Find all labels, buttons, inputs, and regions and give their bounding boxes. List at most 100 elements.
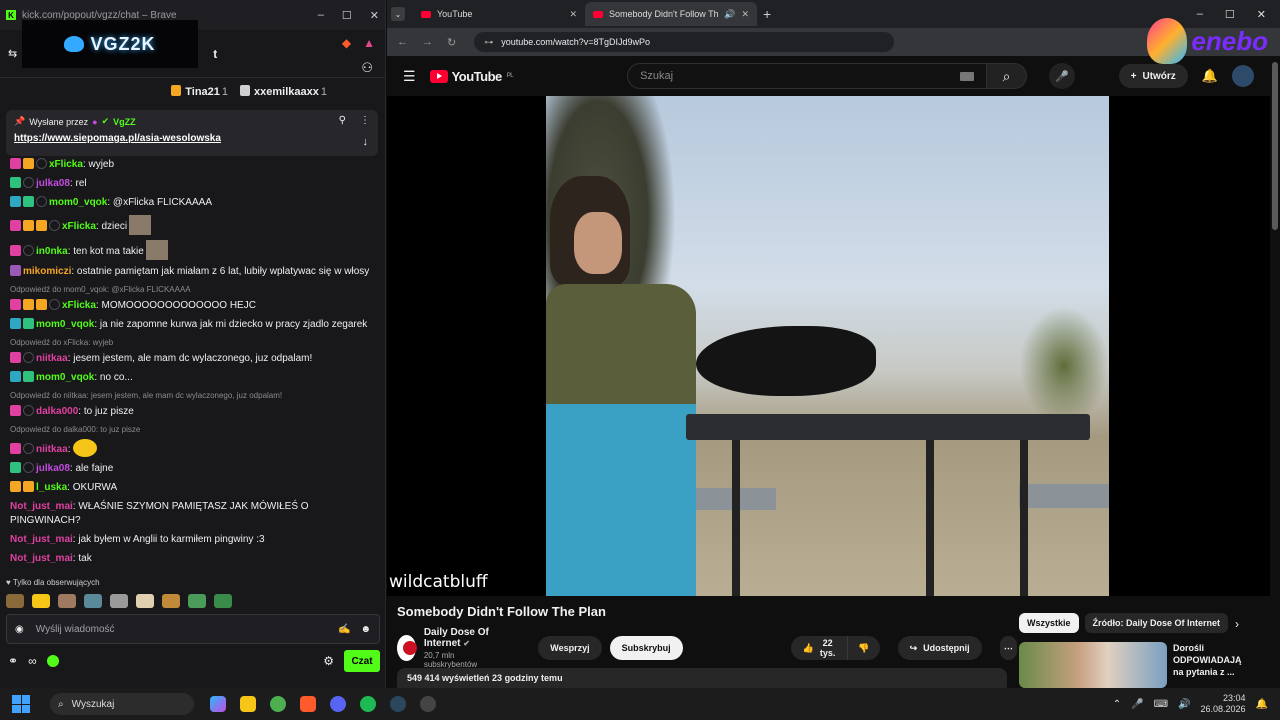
subscribe-button[interactable]: Subskrybuj — [609, 636, 683, 660]
chat-input-box[interactable]: ◉ ✍ ☻ — [6, 614, 380, 644]
volume-icon[interactable]: 🔊 — [1178, 699, 1190, 710]
more-actions-button[interactable]: ⋯ — [999, 636, 1017, 660]
tab-youtube[interactable]: YouTube ✕ — [413, 2, 585, 26]
chat-username[interactable]: Not_just_mai — [10, 534, 73, 545]
chat-username[interactable]: mom0_vqok — [36, 372, 94, 383]
spotify-icon[interactable] — [360, 696, 376, 712]
emote-icon[interactable] — [32, 594, 50, 608]
tray-chevron-icon[interactable]: ⌃ — [1113, 699, 1121, 710]
reply-context[interactable]: Odpowiedź do mom0_vqok: @xFlicka FLICKAA… — [10, 285, 376, 295]
tab-list-chevron-icon[interactable]: ⌄ — [391, 7, 405, 21]
menu-icon[interactable]: ☰ — [403, 68, 416, 85]
emote-icon[interactable] — [58, 594, 76, 608]
reply-context[interactable]: Odpowiedź do dalka000: to juz pisze — [10, 425, 376, 435]
translate-icon[interactable]: ✍ — [338, 624, 350, 635]
kick-points-icon[interactable] — [46, 655, 59, 667]
emote-icon[interactable] — [110, 594, 128, 608]
recommended-title[interactable]: Dorośli ODPOWIADAJĄ na pytania z ... — [1173, 642, 1253, 688]
chip-source[interactable]: Źródło: Daily Dose Of Internet — [1084, 613, 1229, 633]
emote-icon[interactable] — [188, 594, 206, 608]
site-info-icon[interactable]: ⊶ — [484, 37, 493, 48]
chat-username[interactable]: niitkaa — [36, 444, 68, 455]
discord-icon[interactable] — [330, 696, 346, 712]
video-frame[interactable] — [546, 96, 1109, 596]
recommended-video[interactable]: Dorośli ODPOWIADAJĄ na pytania z ... — [1019, 642, 1253, 688]
emote-icon[interactable] — [6, 594, 24, 608]
topper-1[interactable]: Tina21 1 — [171, 84, 228, 98]
channel-avatar[interactable] — [397, 635, 417, 661]
back-arrows-icon[interactable]: ⇆ — [8, 47, 17, 60]
dislike-button[interactable]: 👎 — [847, 636, 880, 660]
video-player[interactable]: wildcatbluff — [387, 96, 1270, 596]
chat-username[interactable]: in0nka — [36, 246, 68, 257]
chat-username[interactable]: l_uska — [36, 482, 67, 493]
chat-username[interactable]: Not_just_mai — [10, 501, 73, 512]
search-button[interactable]: ⌕ — [987, 63, 1028, 89]
back-icon[interactable]: ← — [397, 36, 408, 48]
recommended-thumbnail[interactable] — [1019, 642, 1167, 688]
chat-username[interactable]: julka08 — [36, 178, 70, 189]
youtube-logo[interactable]: YouTube PL — [429, 69, 514, 84]
like-button[interactable]: 👍 22 tys. — [790, 636, 848, 660]
chat-username[interactable]: mom0_vqok — [49, 197, 107, 208]
chrome-icon[interactable] — [270, 696, 286, 712]
speaker-icon[interactable]: 🔊 — [724, 9, 735, 20]
users-list-icon[interactable]: ⚇ — [361, 60, 373, 76]
chat-gear-icon[interactable]: ⚙ — [323, 654, 334, 668]
more-options-icon[interactable]: ⋮ — [360, 115, 370, 126]
reply-context[interactable]: Odpowiedź do xFlicka: wyjeb — [10, 338, 376, 348]
topper-2[interactable]: xxemilkaaxx 1 — [240, 84, 327, 98]
minimize-button[interactable]: – — [318, 9, 324, 22]
pinned-link[interactable]: https://www.siepomaga.pl/asia-wesolowska — [14, 133, 370, 144]
brave-shield-icon[interactable]: ◆ — [342, 36, 351, 50]
chat-username[interactable]: Not_just_mai — [10, 553, 73, 564]
expand-pinned-icon[interactable]: ↓ — [363, 136, 369, 148]
microphone-icon[interactable]: 🎤 — [1131, 699, 1143, 710]
message-input[interactable] — [35, 623, 339, 635]
chat-username[interactable]: xFlicka — [49, 159, 83, 170]
pinned-sender[interactable]: VgZZ — [113, 117, 136, 127]
emote-icon[interactable] — [136, 594, 154, 608]
keyboard-icon[interactable] — [960, 71, 975, 81]
url-field[interactable]: ⊶ youtube.com/watch?v=8TgDIJd9wPo — [474, 32, 895, 52]
voice-search-button[interactable]: 🎤 — [1049, 63, 1076, 89]
create-button[interactable]: + Utwórz — [1118, 64, 1188, 88]
page-scrollbar[interactable] — [1272, 62, 1278, 230]
channel-name[interactable]: Daily Dose Of Internet — [424, 627, 489, 649]
search-input[interactable]: Szukaj — [627, 63, 988, 89]
chat-username[interactable]: mom0_vqok — [36, 319, 94, 330]
clock[interactable]: 23:04 26.08.2026 — [1201, 693, 1246, 715]
brave-icon[interactable] — [300, 696, 316, 712]
network-icon[interactable]: ⌨ — [1154, 699, 1168, 710]
notifications-bell-icon[interactable]: 🔔 — [1202, 68, 1218, 84]
chat-username[interactable]: niitkaa — [36, 353, 68, 364]
chat-username[interactable]: xFlicka — [62, 300, 96, 311]
copilot-icon[interactable] — [210, 696, 226, 712]
send-chat-button[interactable]: Czat — [344, 650, 380, 672]
steam-icon[interactable] — [390, 696, 406, 712]
extensions-icon[interactable]: ⚭ — [8, 654, 18, 668]
infinity-icon[interactable]: ∞ — [28, 654, 37, 668]
taskbar-search[interactable]: ⌕ Wyszukaj — [50, 693, 194, 715]
maximize-button[interactable]: ☐ — [342, 9, 352, 22]
file-explorer-icon[interactable] — [240, 696, 256, 712]
unpin-icon[interactable]: ⚲ — [339, 115, 346, 126]
close-button[interactable]: ✕ — [370, 9, 379, 22]
reply-context[interactable]: Odpowiedź do niitkaa: jesem jestem, ale … — [10, 391, 376, 401]
chips-next-arrow-icon[interactable]: › — [1235, 617, 1239, 631]
emote-icon[interactable] — [162, 594, 180, 608]
account-avatar[interactable] — [1232, 65, 1254, 87]
chip-all[interactable]: Wszystkie — [1019, 613, 1079, 633]
chat-username[interactable]: mikomiczi — [23, 266, 71, 277]
brave-rewards-icon[interactable]: ▲ — [363, 36, 375, 50]
close-tab-icon[interactable]: ✕ — [569, 9, 577, 20]
start-button[interactable] — [12, 695, 30, 713]
chat-settings-icon[interactable]: ◉ — [15, 624, 24, 635]
share-button[interactable]: ↪ Udostępnij — [897, 636, 982, 660]
reload-icon[interactable]: ↻ — [447, 36, 456, 49]
chat-username[interactable]: julka08 — [36, 463, 70, 474]
tab-video[interactable]: Somebody Didn't Follow Th 🔊 ✕ — [585, 2, 757, 26]
chat-username[interactable]: xFlicka — [62, 221, 96, 232]
forward-icon[interactable]: → — [422, 36, 433, 48]
notification-bell-icon[interactable]: 🔔 — [1256, 699, 1268, 710]
